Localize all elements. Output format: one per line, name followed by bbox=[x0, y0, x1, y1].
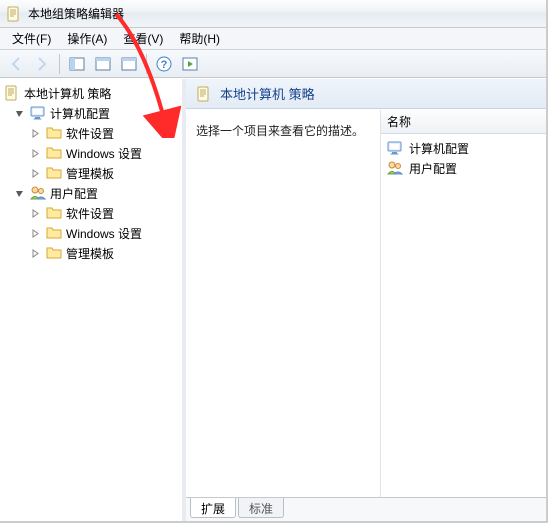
expander-closed-icon[interactable] bbox=[28, 126, 42, 140]
col-name: 名称 bbox=[387, 113, 411, 130]
list-pane: 名称 计算机配置 用户配置 bbox=[381, 110, 546, 497]
computer-icon bbox=[387, 140, 403, 156]
expander-closed-icon[interactable] bbox=[28, 146, 42, 160]
properties-button[interactable] bbox=[91, 53, 115, 75]
tree-windows-settings[interactable]: Windows 设置 bbox=[2, 143, 180, 163]
folder-icon bbox=[46, 145, 62, 161]
tree-label: 软件设置 bbox=[66, 125, 114, 142]
toolbar-separator bbox=[59, 54, 60, 74]
menubar: 文件(F) 操作(A) 查看(V) 帮助(H) bbox=[0, 28, 546, 50]
tree-admin-templates[interactable]: 管理模板 bbox=[2, 243, 180, 263]
tab-extended[interactable]: 扩展 bbox=[190, 498, 236, 518]
policy-icon bbox=[196, 86, 212, 102]
tree-root-label: 本地计算机 策略 bbox=[24, 85, 111, 102]
detail-title: 本地计算机 策略 bbox=[220, 84, 315, 103]
computer-icon bbox=[30, 105, 46, 121]
detail-pane: 本地计算机 策略 选择一个项目来查看它的描述。 名称 计算机配置 用户配置 bbox=[186, 79, 546, 521]
users-icon bbox=[30, 185, 46, 201]
titlebar: 本地组策略编辑器 bbox=[0, 0, 546, 28]
window-title: 本地组策略编辑器 bbox=[28, 5, 124, 22]
menu-view[interactable]: 查看(V) bbox=[115, 28, 171, 49]
tree-software-settings[interactable]: 软件设置 bbox=[2, 123, 180, 143]
export-list-button[interactable] bbox=[117, 53, 141, 75]
folder-icon bbox=[46, 205, 62, 221]
folder-icon bbox=[46, 165, 62, 181]
detail-header: 本地计算机 策略 bbox=[186, 79, 546, 109]
back-button bbox=[4, 53, 28, 75]
menu-action[interactable]: 操作(A) bbox=[59, 28, 115, 49]
tree-label: 用户配置 bbox=[50, 185, 98, 202]
description-pane: 选择一个项目来查看它的描述。 bbox=[186, 110, 381, 497]
expander-open-icon[interactable] bbox=[12, 106, 26, 120]
policy-icon bbox=[4, 85, 20, 101]
tree-software-settings[interactable]: 软件设置 bbox=[2, 203, 180, 223]
show-hide-tree-button[interactable] bbox=[65, 53, 89, 75]
tree-pane[interactable]: 本地计算机 策略 计算机配置 软件设置 Windows 设置 管理模板 用户配置 bbox=[0, 79, 186, 521]
tree-label: 管理模板 bbox=[66, 165, 114, 182]
tree-label: 管理模板 bbox=[66, 245, 114, 262]
tab-standard[interactable]: 标准 bbox=[238, 498, 284, 518]
folder-icon bbox=[46, 125, 62, 141]
list-column-header[interactable]: 名称 bbox=[381, 110, 546, 134]
tree-computer-config[interactable]: 计算机配置 bbox=[2, 103, 180, 123]
action-button[interactable] bbox=[178, 53, 202, 75]
tree-label: Windows 设置 bbox=[66, 225, 142, 242]
list-body: 计算机配置 用户配置 bbox=[381, 134, 546, 182]
tree-root[interactable]: 本地计算机 策略 bbox=[2, 83, 180, 103]
list-item-label: 计算机配置 bbox=[409, 140, 469, 157]
description-hint: 选择一个项目来查看它的描述。 bbox=[196, 124, 364, 138]
detail-body: 选择一个项目来查看它的描述。 名称 计算机配置 用户配置 bbox=[186, 109, 546, 497]
menu-help[interactable]: 帮助(H) bbox=[171, 28, 228, 49]
toolbar-separator bbox=[146, 54, 147, 74]
folder-icon bbox=[46, 245, 62, 261]
list-item-user-config[interactable]: 用户配置 bbox=[387, 158, 540, 178]
tree-label: 计算机配置 bbox=[50, 105, 110, 122]
toolbar bbox=[0, 50, 546, 78]
detail-tabs: 扩展 标准 bbox=[186, 497, 546, 521]
workspace: 本地计算机 策略 计算机配置 软件设置 Windows 设置 管理模板 用户配置 bbox=[0, 78, 546, 521]
list-item-computer-config[interactable]: 计算机配置 bbox=[387, 138, 540, 158]
tree-user-config[interactable]: 用户配置 bbox=[2, 183, 180, 203]
users-icon bbox=[387, 160, 403, 176]
tree-label: Windows 设置 bbox=[66, 145, 142, 162]
folder-icon bbox=[46, 225, 62, 241]
forward-button bbox=[30, 53, 54, 75]
expander-closed-icon[interactable] bbox=[28, 226, 42, 240]
menu-file[interactable]: 文件(F) bbox=[4, 28, 59, 49]
tree-label: 软件设置 bbox=[66, 205, 114, 222]
tree-windows-settings[interactable]: Windows 设置 bbox=[2, 223, 180, 243]
expander-closed-icon[interactable] bbox=[28, 246, 42, 260]
app-icon bbox=[6, 6, 22, 22]
expander-closed-icon[interactable] bbox=[28, 166, 42, 180]
expander-closed-icon[interactable] bbox=[28, 206, 42, 220]
list-item-label: 用户配置 bbox=[409, 160, 457, 177]
help-button[interactable] bbox=[152, 53, 176, 75]
expander-open-icon[interactable] bbox=[12, 186, 26, 200]
tree-admin-templates[interactable]: 管理模板 bbox=[2, 163, 180, 183]
